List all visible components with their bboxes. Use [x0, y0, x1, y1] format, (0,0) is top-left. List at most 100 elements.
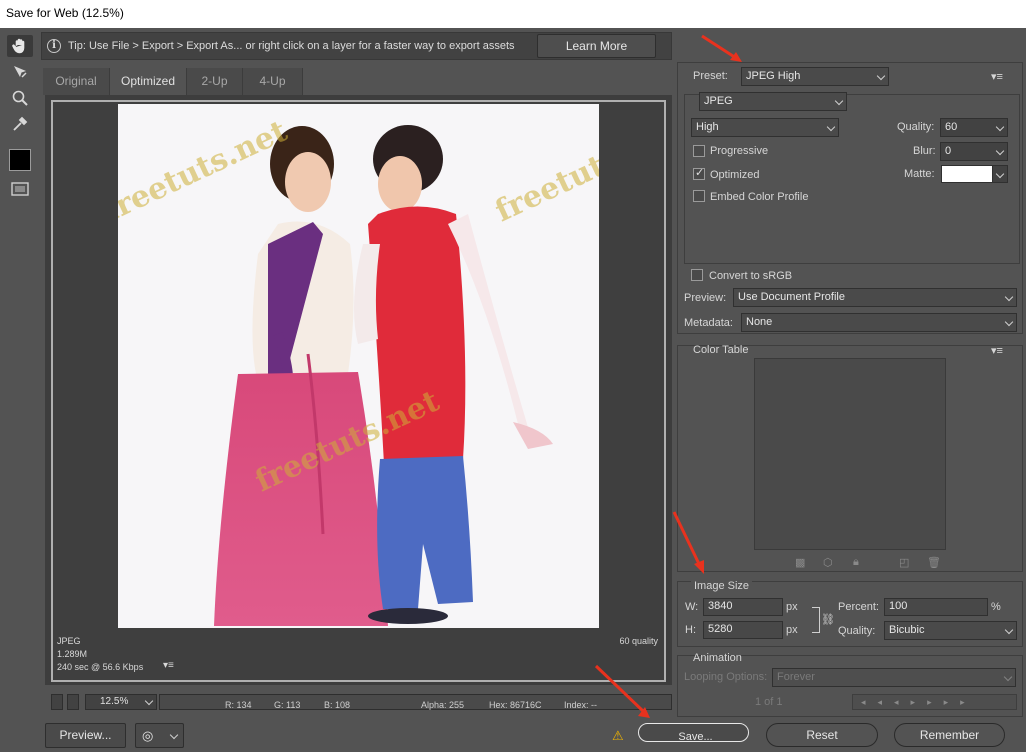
tab-original[interactable]: Original: [43, 68, 110, 95]
embed-profile-label: Embed Color Profile: [710, 191, 809, 203]
constrain-proportions-bracket: [812, 607, 820, 633]
matte-label: Matte:: [904, 168, 935, 180]
height-unit: px: [786, 624, 798, 636]
browser-icon: ◎: [142, 728, 154, 743]
red-arrow-save-icon: [594, 664, 650, 718]
optimize-menu-icon[interactable]: ▾≡: [991, 70, 1003, 83]
warning-icon: ⚠: [612, 728, 624, 743]
red-readout: R: 134: [225, 700, 252, 710]
image-size-title: Image Size: [691, 580, 753, 592]
remember-button[interactable]: Remember: [894, 723, 1005, 747]
zoom-tool-icon[interactable]: [7, 87, 33, 109]
zoom-in-button[interactable]: [67, 694, 79, 710]
metadata-label: Metadata:: [684, 317, 733, 329]
alpha-readout: Alpha: 255: [421, 700, 465, 710]
device-preview-button[interactable]: ◎: [135, 723, 184, 748]
format-value: JPEG: [704, 95, 733, 107]
height-input[interactable]: 5280: [703, 621, 783, 639]
hand-tool-icon[interactable]: [7, 35, 33, 57]
eyedropper-color-swatch[interactable]: [9, 149, 31, 171]
reset-button[interactable]: Reset: [766, 723, 878, 747]
preview-profile-label: Preview:: [684, 292, 727, 304]
window-title-bar: Save for Web (12.5%): [0, 0, 1026, 28]
optimized-label: Optimized: [710, 169, 760, 181]
zoom-out-button[interactable]: [51, 694, 63, 710]
preview-profile-value: Use Document Profile: [738, 291, 845, 303]
preview-quality: 60 quality: [619, 636, 658, 646]
preview-image[interactable]: freetuts.net freetuts.net freetuts.net: [118, 104, 599, 628]
progressive-label: Progressive: [710, 145, 769, 157]
preview-profile-select[interactable]: Use Document Profile: [733, 288, 1017, 307]
blur-value: 0: [945, 145, 952, 157]
tab-4-up[interactable]: 4-Up: [243, 68, 303, 95]
tool-bar: [0, 28, 38, 752]
web-shift-icon[interactable]: ⬡: [823, 556, 833, 569]
color-table-title: Color Table: [693, 344, 749, 356]
looping-options-label: Looping Options:: [684, 671, 768, 683]
quality-label: Quality:: [897, 121, 935, 133]
optimized-checkbox[interactable]: ✓: [693, 167, 705, 180]
compression-quality-select[interactable]: High: [691, 118, 839, 137]
preset-select[interactable]: JPEG High: [741, 67, 889, 86]
compression-quality-value: High: [696, 121, 719, 133]
progressive-checkbox[interactable]: [693, 145, 705, 157]
embed-profile-checkbox[interactable]: [693, 190, 705, 202]
learn-more-button[interactable]: Learn More: [537, 34, 656, 58]
resample-quality-value: Bicubic: [889, 624, 925, 636]
color-table-swatches: [754, 358, 946, 550]
eyedropper-tool-icon[interactable]: [7, 113, 33, 135]
tab-optimized[interactable]: Optimized: [110, 68, 187, 95]
zoom-level-select[interactable]: 12.5%: [85, 694, 157, 710]
looping-options-select[interactable]: Forever: [772, 668, 1016, 687]
resample-quality-select[interactable]: Bicubic: [884, 621, 1017, 640]
preview-download-time: 240 sec @ 56.6 Kbps: [57, 662, 144, 672]
preset-value: JPEG High: [746, 70, 801, 82]
color-table-menu-icon[interactable]: ▾≡: [991, 344, 1003, 357]
width-unit: px: [786, 601, 798, 613]
tip-text: Tip: Use File > Export > Export As... or…: [68, 40, 515, 52]
percent-input[interactable]: 100: [884, 598, 988, 616]
quality-value: 60: [945, 121, 958, 133]
metadata-select[interactable]: None: [741, 313, 1017, 332]
percent-unit: %: [991, 601, 1001, 613]
toggle-slices-icon[interactable]: [7, 178, 33, 200]
red-arrow-image-size-icon: [672, 511, 704, 574]
save-button[interactable]: Save...: [638, 723, 749, 743]
settings-panel: Preset: JPEG High ▾≡ JPEG High Quality: …: [677, 62, 1026, 722]
preview-button[interactable]: Preview...: [45, 723, 126, 748]
quality-input[interactable]: 60: [940, 118, 1008, 137]
green-readout: G: 113: [274, 700, 301, 710]
red-arrow-preset-icon: [701, 34, 742, 62]
tip-bar: i Tip: Use File > Export > Export As... …: [41, 32, 672, 60]
width-input[interactable]: 3840: [703, 598, 783, 616]
format-select[interactable]: JPEG: [699, 92, 847, 111]
info-icon: i: [47, 39, 61, 53]
delete-color-icon[interactable]: 🗑︎: [927, 556, 941, 569]
width-label: W:: [685, 601, 699, 613]
animation-playback-controls[interactable]: ◂◂◂▸▸▸▸: [852, 694, 1017, 710]
matte-color-swatch[interactable]: [941, 165, 993, 183]
view-tabs: Original Optimized 2-Up 4-Up: [41, 68, 672, 95]
metadata-value: None: [746, 316, 773, 328]
link-icon[interactable]: ⛓︎: [821, 613, 835, 626]
lock-color-icon[interactable]: 🔒︎: [853, 556, 859, 569]
convert-srgb-checkbox[interactable]: [691, 269, 703, 281]
slice-select-tool-icon[interactable]: [7, 61, 33, 83]
tab-2-up[interactable]: 2-Up: [187, 68, 243, 95]
status-bar: 12.5% R: 134 G: 113 B: 108 Alpha: 255 He…: [45, 689, 672, 715]
preset-label: Preset:: [693, 70, 728, 82]
hex-readout: Hex: 86716C: [489, 700, 542, 710]
preview-menu-icon[interactable]: ▾≡: [163, 660, 174, 671]
blue-readout: B: 108: [324, 700, 351, 710]
blur-label: Blur:: [913, 145, 936, 157]
new-color-icon[interactable]: ◰: [899, 556, 909, 569]
map-transparent-icon[interactable]: ▩: [795, 556, 805, 569]
frame-counter: 1 of 1: [755, 696, 783, 708]
height-label: H:: [685, 624, 696, 636]
matte-dropdown[interactable]: [992, 165, 1008, 183]
animation-title: Animation: [693, 652, 742, 664]
zoom-level-value: 12.5%: [100, 696, 129, 707]
preview-file-size: 1.289M: [57, 649, 88, 659]
percent-label: Percent:: [838, 601, 879, 613]
blur-input[interactable]: 0: [940, 142, 1008, 161]
